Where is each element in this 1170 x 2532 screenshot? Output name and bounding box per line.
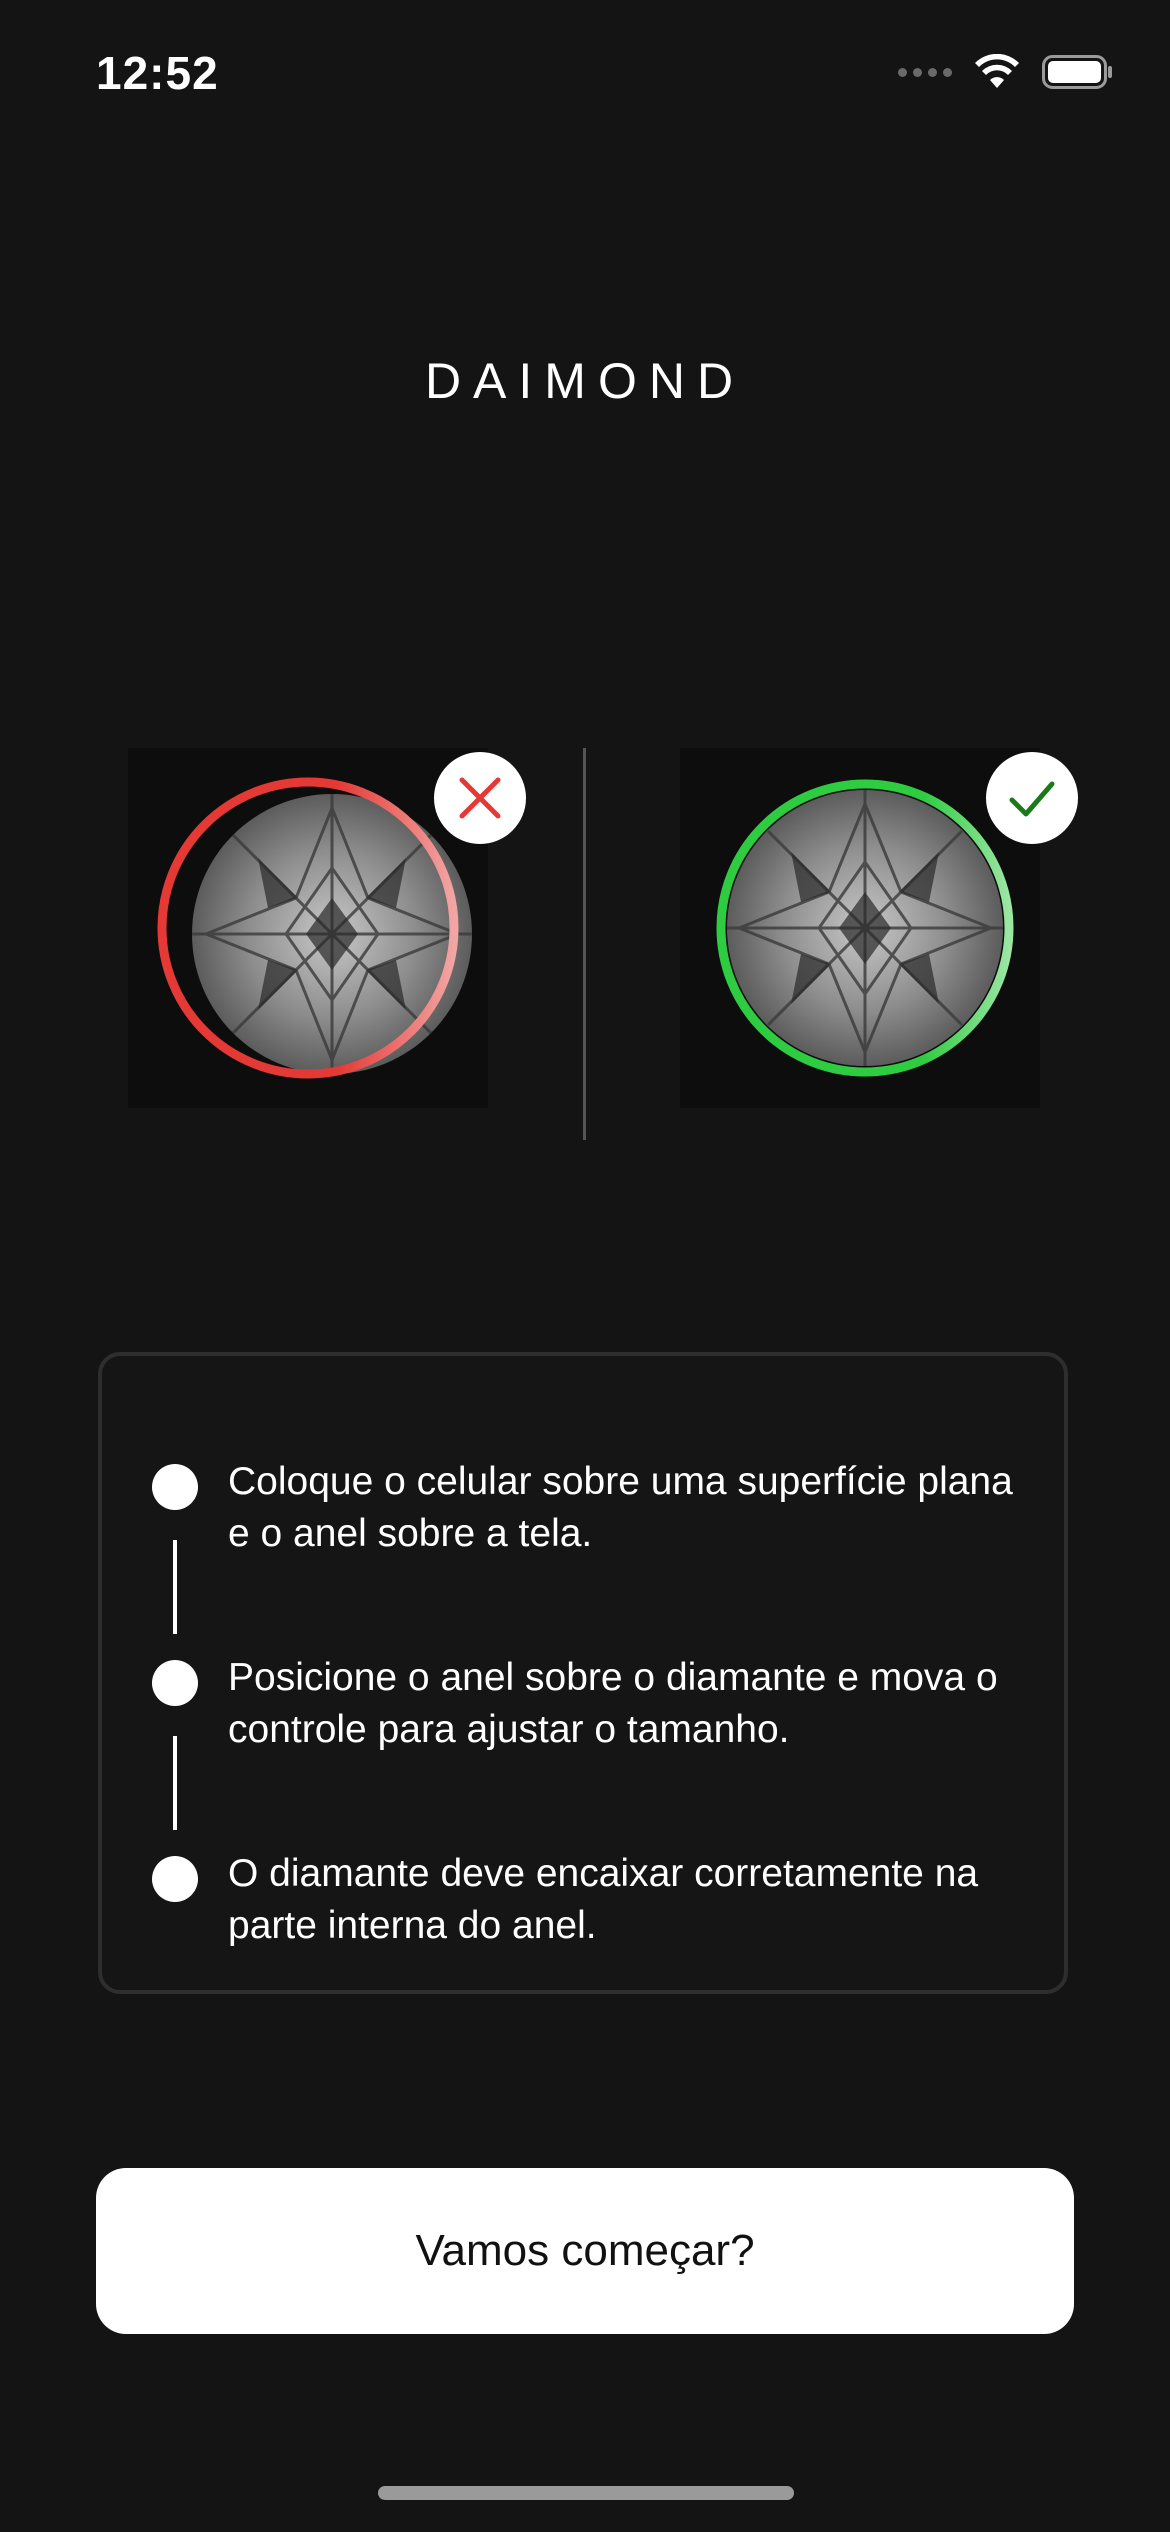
status-time: 12:52 — [96, 47, 219, 99]
correct-fit-example — [680, 748, 1078, 1108]
start-button[interactable]: Vamos começar? — [96, 2168, 1074, 2334]
status-icons — [898, 54, 1114, 90]
step-connector — [173, 1540, 177, 1634]
ring-fit-comparison — [0, 748, 1170, 1148]
check-icon — [1009, 781, 1055, 817]
wifi-icon — [975, 54, 1019, 88]
step-text: Coloque o celular sobre uma superfície p… — [228, 1460, 1013, 1555]
step-bullet — [152, 1464, 198, 1510]
step-text: Posicione o anel sobre o diamante e mova… — [228, 1656, 998, 1751]
step-bullet — [152, 1856, 198, 1902]
step-text: O diamante deve encaixar corretamente na… — [228, 1852, 979, 1947]
close-icon — [459, 777, 501, 819]
battery-icon — [1042, 55, 1112, 89]
signal-dots-icon — [898, 67, 952, 77]
status-bar: 12:52 — [0, 0, 1170, 140]
wrong-fit-example — [128, 748, 526, 1108]
brand-logo: DAIMOND — [424, 353, 746, 409]
comparison-divider — [583, 748, 586, 1140]
step-bullet — [152, 1660, 198, 1706]
correct-badge — [986, 752, 1078, 844]
step-connector — [173, 1736, 177, 1830]
instructions-card: Coloque o celular sobre uma superfície p… — [98, 1352, 1068, 1994]
incorrect-badge — [434, 752, 526, 844]
home-indicator[interactable] — [378, 2486, 794, 2500]
